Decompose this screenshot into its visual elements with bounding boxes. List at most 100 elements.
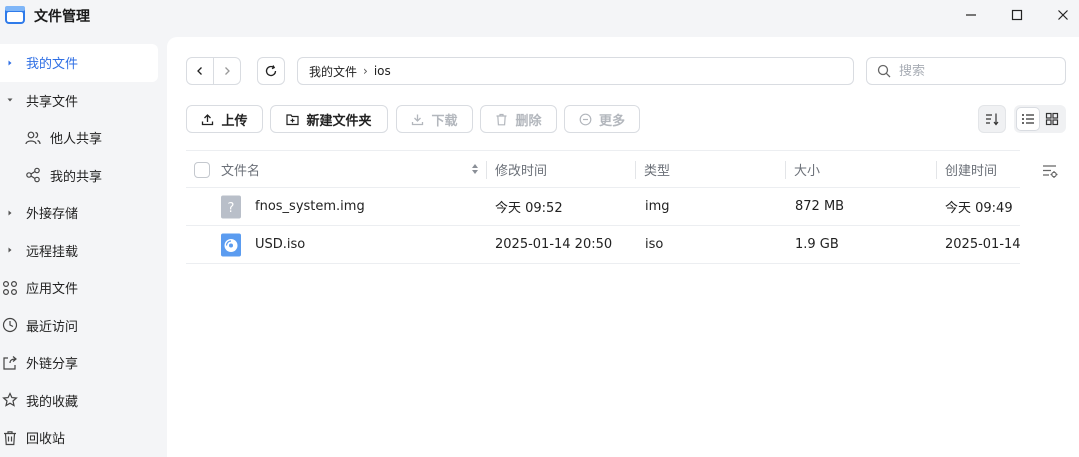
minimize-icon[interactable] (962, 6, 980, 24)
column-header-name[interactable]: 文件名 (186, 151, 487, 188)
sidebar-item-shared-files[interactable]: 共享文件 (0, 82, 166, 120)
column-header-ctime[interactable]: 创建时间 (937, 151, 1020, 188)
svg-text:?: ? (228, 201, 235, 216)
file-ctime: 2025-01-14 (945, 237, 1020, 252)
back-button[interactable] (187, 58, 213, 84)
sidebar-item-label: 我的收藏 (26, 394, 79, 410)
table-header: 文件名 修改时间 类型 大小 创建时间 (186, 150, 1020, 188)
table-row[interactable]: USD.iso 2025-01-14 20:50 iso 1.9 GB 2025… (186, 226, 1020, 264)
unknown-file-icon: ? (220, 195, 242, 219)
sidebar-item-label: 他人共享 (50, 132, 103, 148)
share-icon (25, 167, 41, 183)
sidebar-item-label: 共享文件 (26, 94, 79, 110)
sidebar-item-label: 我的文件 (26, 57, 79, 73)
search-icon (877, 64, 891, 78)
upload-label: 上传 (221, 113, 248, 129)
breadcrumb-item-current[interactable]: ios (374, 64, 391, 78)
new-folder-button[interactable]: 新建文件夹 (270, 105, 388, 133)
more-icon (579, 113, 592, 126)
caret-right-icon (7, 210, 13, 216)
upload-icon (201, 113, 214, 126)
list-view-icon (1022, 114, 1034, 124)
file-ctime: 今天 09:49 (945, 201, 1013, 216)
title-bar: 文件管理 (0, 0, 1079, 30)
apps-icon (2, 280, 18, 296)
app-title: 文件管理 (34, 9, 90, 25)
caret-down-icon (7, 97, 13, 103)
search-input[interactable] (899, 63, 1049, 79)
external-link-icon (2, 355, 18, 371)
star-icon (2, 392, 18, 408)
history-nav (186, 57, 241, 85)
column-header-label: 创建时间 (945, 164, 998, 179)
file-name[interactable]: fnos_system.img (255, 188, 365, 225)
breadcrumb-item[interactable]: 我的文件 (309, 63, 357, 80)
sidebar-item-external-storage[interactable]: 外接存储 (0, 194, 166, 232)
file-table: 文件名 修改时间 类型 大小 创建时间 ? fnos_system.img 今天… (186, 150, 1020, 264)
download-icon (411, 113, 424, 126)
sidebar-item-shared-by-others[interactable]: 他人共享 (0, 119, 166, 157)
sidebar-item-trash[interactable]: 回收站 (0, 419, 166, 457)
sort-arrows-icon (471, 163, 479, 175)
trash-icon (495, 113, 508, 126)
view-toggle (1014, 105, 1066, 133)
close-icon[interactable] (1054, 6, 1072, 24)
download-button[interactable]: 下载 (396, 105, 473, 133)
search-box[interactable] (866, 57, 1066, 85)
refresh-icon (265, 65, 277, 77)
sidebar-item-recent[interactable]: 最近访问 (0, 307, 166, 345)
trash-icon (2, 430, 18, 446)
column-settings-icon[interactable] (1041, 162, 1059, 180)
sidebar-item-remote-mount[interactable]: 远程挂载 (0, 232, 166, 270)
sidebar-item-label: 应用文件 (26, 282, 79, 298)
sidebar-item-label: 我的共享 (50, 169, 103, 185)
delete-label: 删除 (515, 113, 542, 129)
column-header-label: 类型 (644, 164, 671, 179)
grid-view-button[interactable] (1040, 107, 1064, 131)
more-button[interactable]: 更多 (564, 105, 640, 133)
delete-button[interactable]: 删除 (480, 105, 557, 133)
disc-image-icon (220, 233, 242, 257)
file-type: img (645, 199, 670, 214)
main-panel: 我的文件 › ios 上传 新建文件夹 下载 删除 (167, 37, 1079, 457)
sidebar-item-external-links[interactable]: 外链分享 (0, 344, 166, 382)
grid-view-icon (1045, 112, 1059, 126)
column-header-label: 文件名 (221, 164, 261, 179)
breadcrumb-separator: › (363, 64, 368, 78)
sidebar-item-my-files[interactable]: 我的文件 (0, 44, 158, 82)
sidebar-item-favorites[interactable]: 我的收藏 (0, 382, 166, 420)
file-type: iso (645, 237, 664, 252)
column-header-size[interactable]: 大小 (786, 151, 937, 188)
forward-button[interactable] (213, 58, 240, 84)
upload-button[interactable]: 上传 (186, 105, 263, 133)
maximize-icon[interactable] (1008, 6, 1026, 24)
chevron-left-icon (197, 67, 203, 75)
column-header-label: 大小 (794, 164, 821, 179)
clock-icon (2, 317, 18, 333)
refresh-button[interactable] (257, 57, 285, 85)
file-mtime: 2025-01-14 20:50 (495, 237, 613, 252)
column-header-label: 修改时间 (495, 164, 548, 179)
sidebar: 我的文件 共享文件 他人共享 我的共享 外接存储 远程挂载 应用文件 最近访问 … (0, 44, 166, 457)
sidebar-item-app-files[interactable]: 应用文件 (0, 269, 166, 307)
table-row[interactable]: ? fnos_system.img 今天 09:52 img 872 MB 今天… (186, 188, 1020, 226)
people-icon (25, 130, 41, 146)
new-folder-label: 新建文件夹 (306, 113, 372, 129)
sidebar-item-label: 外接存储 (26, 207, 79, 223)
chevron-right-icon (225, 67, 231, 75)
sidebar-item-my-shares[interactable]: 我的共享 (0, 157, 166, 195)
app-folder-icon (4, 4, 26, 26)
column-header-mtime[interactable]: 修改时间 (487, 151, 636, 188)
column-header-type[interactable]: 类型 (636, 151, 786, 188)
file-name[interactable]: USD.iso (255, 226, 305, 263)
file-mtime: 今天 09:52 (495, 201, 563, 216)
sort-icon (986, 113, 999, 126)
download-label: 下载 (431, 113, 458, 129)
file-size: 1.9 GB (795, 237, 839, 252)
list-view-button[interactable] (1016, 107, 1040, 131)
sort-button[interactable] (978, 105, 1006, 133)
breadcrumb[interactable]: 我的文件 › ios (297, 57, 854, 85)
sidebar-item-label: 最近访问 (26, 319, 79, 335)
more-label: 更多 (598, 113, 625, 129)
sidebar-item-label: 远程挂载 (26, 244, 79, 260)
